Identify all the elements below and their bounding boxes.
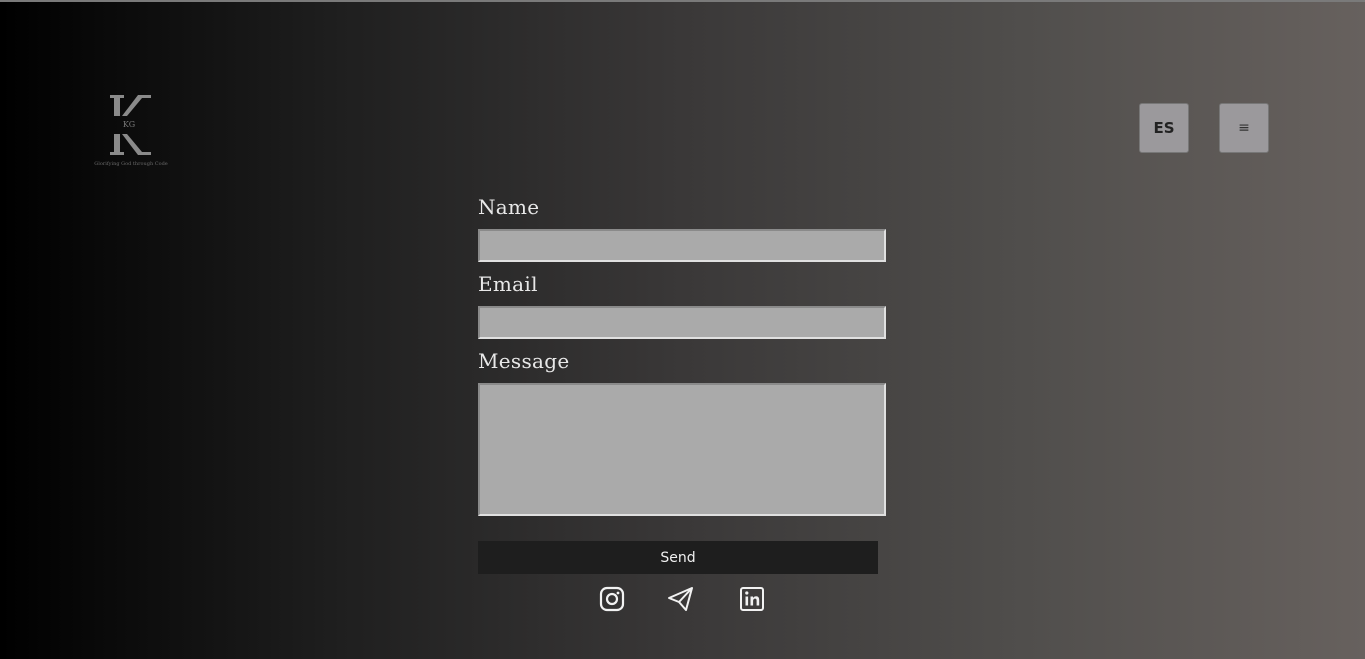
send-button[interactable]: Send (478, 541, 878, 574)
email-label: Email (478, 272, 538, 296)
name-input[interactable] (478, 229, 886, 262)
logo-icon: KG Glorifying God through Code (94, 95, 168, 167)
telegram-icon (668, 587, 693, 611)
message-label: Message (478, 349, 570, 373)
instagram-link[interactable] (598, 585, 626, 613)
instagram-icon (599, 586, 625, 612)
message-textarea[interactable] (478, 383, 886, 516)
logo-tagline: Glorifying God through Code (94, 161, 168, 167)
linkedin-link[interactable] (738, 585, 766, 613)
email-input[interactable] (478, 306, 886, 339)
language-toggle-button[interactable]: ES (1139, 103, 1189, 153)
linkedin-icon (740, 587, 764, 611)
top-border (0, 0, 1365, 2)
name-label: Name (478, 195, 540, 219)
logo-letters: KG (123, 120, 135, 129)
logo[interactable]: KG Glorifying God through Code (94, 92, 170, 170)
menu-button[interactable]: ≡ (1219, 103, 1269, 153)
telegram-link[interactable] (667, 585, 695, 613)
